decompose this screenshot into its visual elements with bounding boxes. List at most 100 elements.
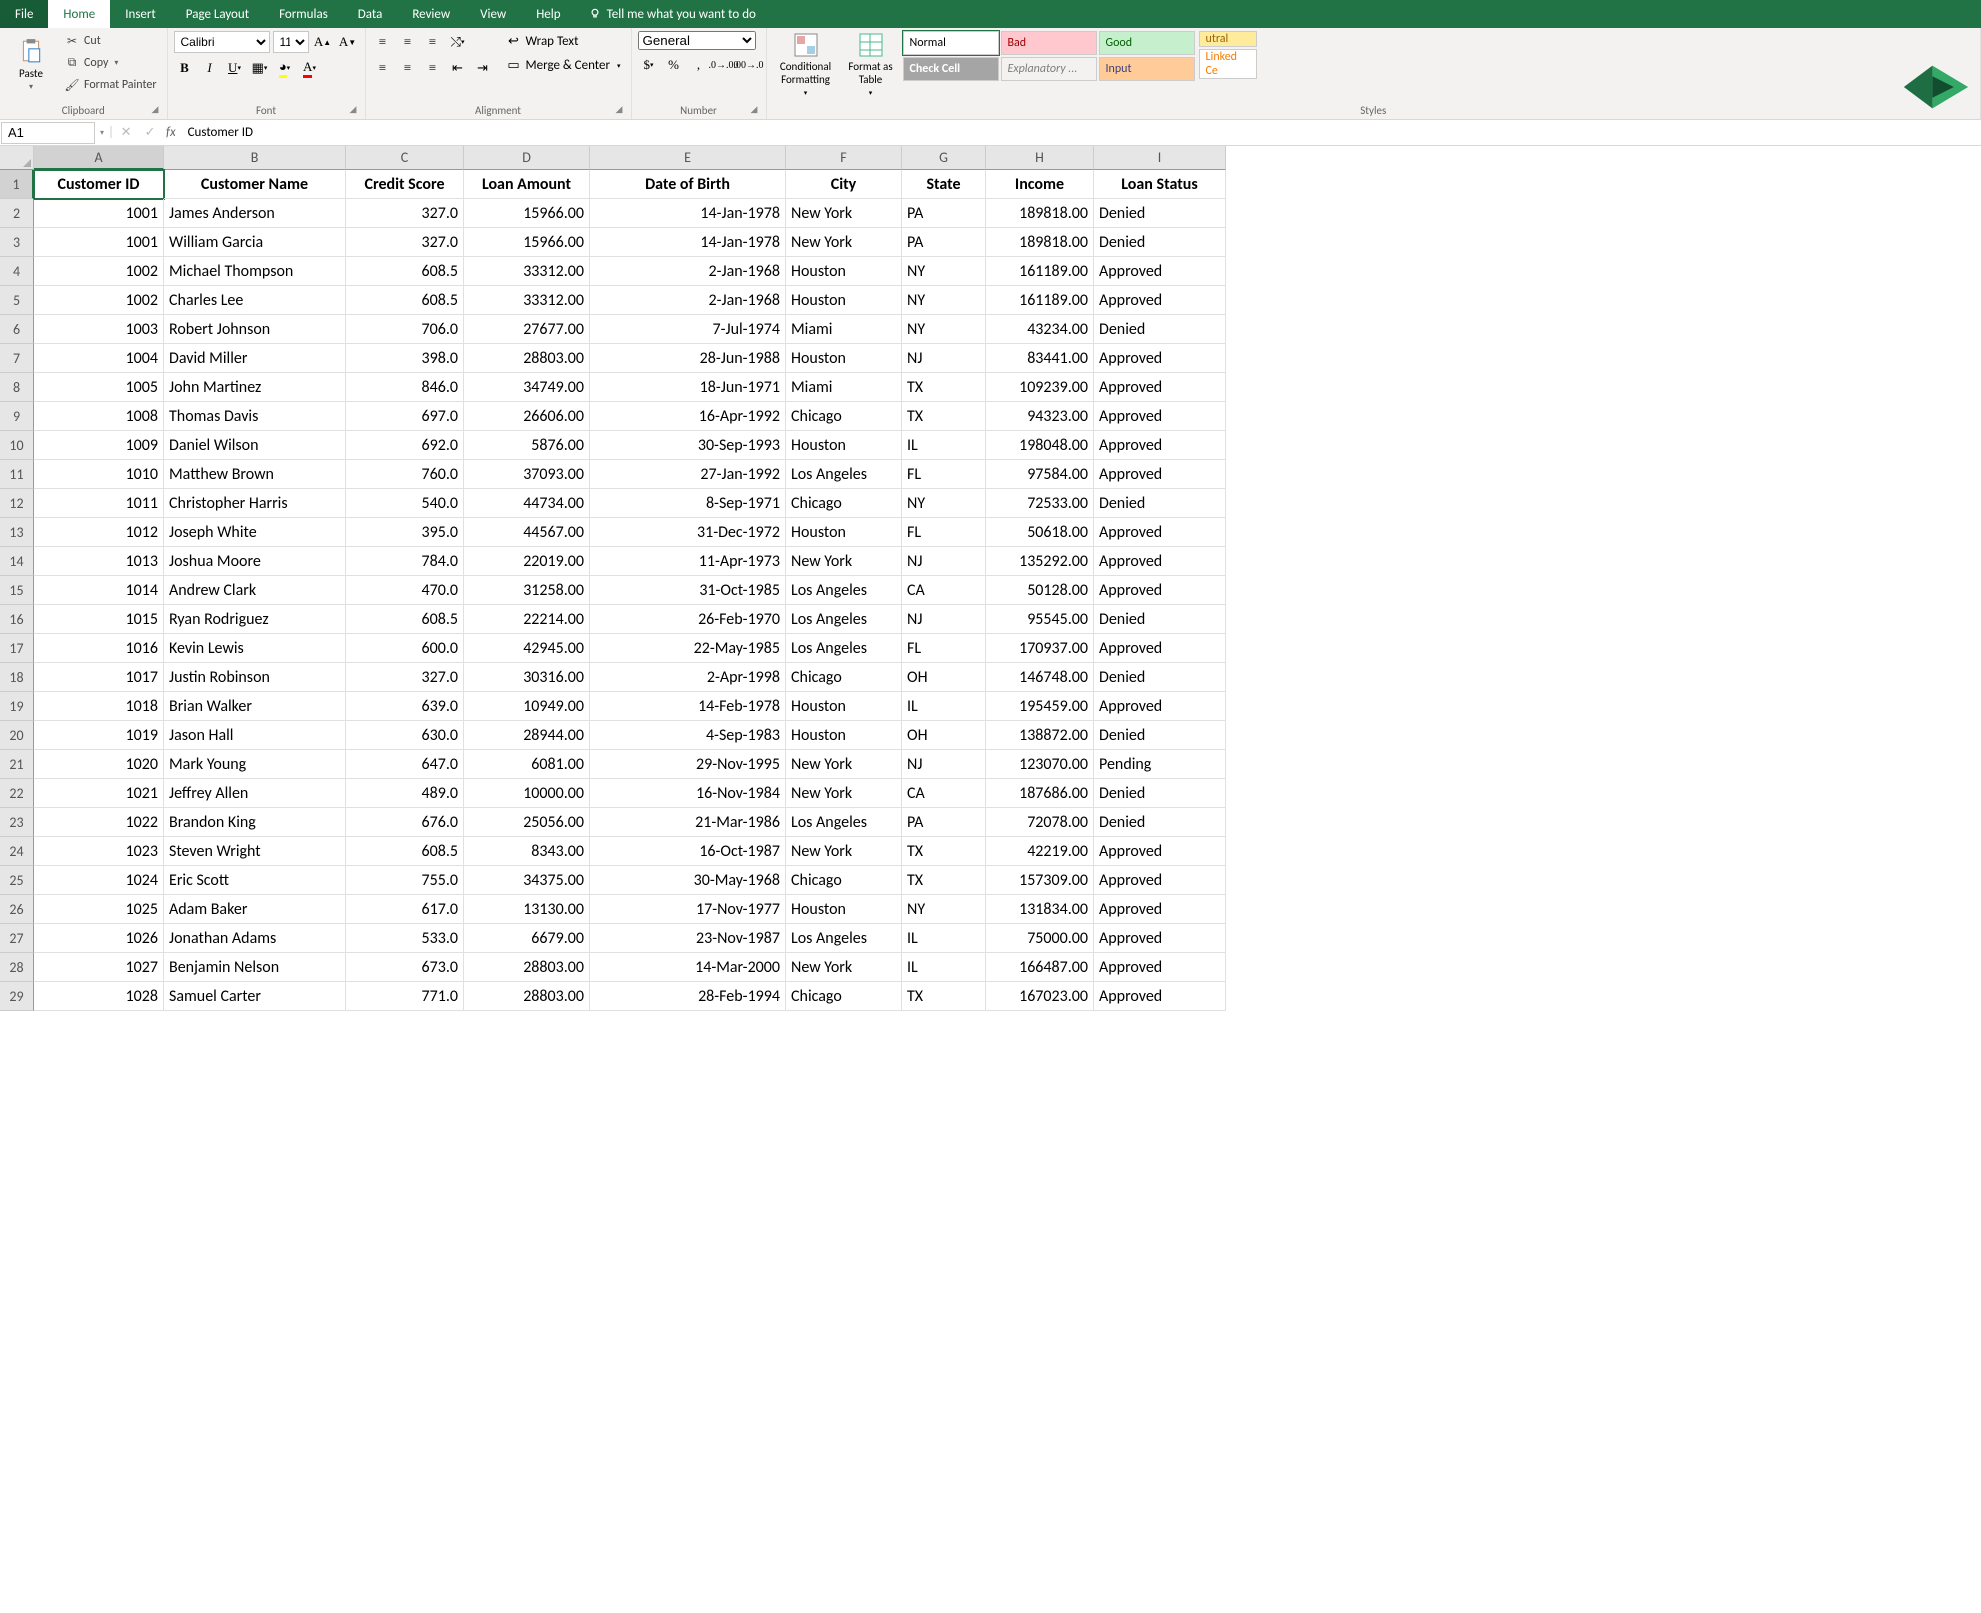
cell-D15[interactable]: 31258.00	[464, 576, 590, 605]
cell-B16[interactable]: Ryan Rodriguez	[164, 605, 346, 634]
cell-G29[interactable]: TX	[902, 982, 986, 1011]
cell-A27[interactable]: 1026	[34, 924, 164, 953]
cell-A10[interactable]: 1009	[34, 431, 164, 460]
cell-F2[interactable]: New York	[786, 199, 902, 228]
cell-D10[interactable]: 5876.00	[464, 431, 590, 460]
cell-F14[interactable]: New York	[786, 547, 902, 576]
cell-C10[interactable]: 692.0	[346, 431, 464, 460]
cell-D18[interactable]: 30316.00	[464, 663, 590, 692]
cell-I22[interactable]: Denied	[1094, 779, 1226, 808]
cell-A17[interactable]: 1016	[34, 634, 164, 663]
cell-G13[interactable]: FL	[902, 518, 986, 547]
cell-I17[interactable]: Approved	[1094, 634, 1226, 663]
cell-E10[interactable]: 30-Sep-1993	[590, 431, 786, 460]
name-box[interactable]	[2, 123, 94, 143]
cell-C13[interactable]: 395.0	[346, 518, 464, 547]
row-header-7[interactable]: 7	[0, 344, 34, 373]
cell-E17[interactable]: 22-May-1985	[590, 634, 786, 663]
cell-H10[interactable]: 198048.00	[986, 431, 1094, 460]
cell-G25[interactable]: TX	[902, 866, 986, 895]
row-header-21[interactable]: 21	[0, 750, 34, 779]
col-header-I[interactable]: I	[1094, 146, 1226, 170]
cell-H3[interactable]: 189818.00	[986, 228, 1094, 257]
cell-H5[interactable]: 161189.00	[986, 286, 1094, 315]
style-normal[interactable]: Normal	[903, 31, 999, 55]
cell-D17[interactable]: 42945.00	[464, 634, 590, 663]
cell-F19[interactable]: Houston	[786, 692, 902, 721]
cell-B21[interactable]: Mark Young	[164, 750, 346, 779]
cell-G7[interactable]: NJ	[902, 344, 986, 373]
cell-A6[interactable]: 1003	[34, 315, 164, 344]
cell-A12[interactable]: 1011	[34, 489, 164, 518]
cell-E7[interactable]: 28-Jun-1988	[590, 344, 786, 373]
cell-A29[interactable]: 1028	[34, 982, 164, 1011]
cell-G16[interactable]: NJ	[902, 605, 986, 634]
cell-D19[interactable]: 10949.00	[464, 692, 590, 721]
cell-D9[interactable]: 26606.00	[464, 402, 590, 431]
cell-G1[interactable]: State	[902, 170, 986, 199]
cell-E29[interactable]: 28-Feb-1994	[590, 982, 786, 1011]
style-check-cell[interactable]: Check Cell	[903, 57, 999, 81]
accounting-format-button[interactable]: $▾	[638, 54, 660, 76]
row-header-20[interactable]: 20	[0, 721, 34, 750]
cell-E8[interactable]: 18-Jun-1971	[590, 373, 786, 402]
row-header-3[interactable]: 3	[0, 228, 34, 257]
cell-D24[interactable]: 8343.00	[464, 837, 590, 866]
cell-C27[interactable]: 533.0	[346, 924, 464, 953]
comma-format-button[interactable]: ,	[688, 54, 710, 76]
cell-I7[interactable]: Approved	[1094, 344, 1226, 373]
row-header-22[interactable]: 22	[0, 779, 34, 808]
row-header-18[interactable]: 18	[0, 663, 34, 692]
cell-D27[interactable]: 6679.00	[464, 924, 590, 953]
cell-A13[interactable]: 1012	[34, 518, 164, 547]
format-painter-button[interactable]: 🖌Format Painter	[60, 75, 161, 95]
increase-decimal-button[interactable]: .0→.00	[713, 54, 735, 76]
cell-F22[interactable]: New York	[786, 779, 902, 808]
cell-B1[interactable]: Customer Name	[164, 170, 346, 199]
row-header-12[interactable]: 12	[0, 489, 34, 518]
cell-B27[interactable]: Jonathan Adams	[164, 924, 346, 953]
alignment-dialog-launcher[interactable]: ◢	[616, 104, 628, 116]
cell-I10[interactable]: Approved	[1094, 431, 1226, 460]
row-header-2[interactable]: 2	[0, 199, 34, 228]
cell-A4[interactable]: 1002	[34, 257, 164, 286]
cell-I20[interactable]: Denied	[1094, 721, 1226, 750]
cell-A21[interactable]: 1020	[34, 750, 164, 779]
cell-B25[interactable]: Eric Scott	[164, 866, 346, 895]
cell-A22[interactable]: 1021	[34, 779, 164, 808]
percent-format-button[interactable]: %	[663, 54, 685, 76]
cell-A9[interactable]: 1008	[34, 402, 164, 431]
cell-D29[interactable]: 28803.00	[464, 982, 590, 1011]
cell-F12[interactable]: Chicago	[786, 489, 902, 518]
tab-data[interactable]: Data	[343, 0, 398, 28]
cell-B4[interactable]: Michael Thompson	[164, 257, 346, 286]
cell-G22[interactable]: CA	[902, 779, 986, 808]
row-header-1[interactable]: 1	[0, 170, 34, 199]
style-bad[interactable]: Bad	[1001, 31, 1097, 55]
row-header-15[interactable]: 15	[0, 576, 34, 605]
cell-G10[interactable]: IL	[902, 431, 986, 460]
cell-B14[interactable]: Joshua Moore	[164, 547, 346, 576]
col-header-E[interactable]: E	[590, 146, 786, 170]
align-middle-button[interactable]: ≡	[397, 31, 419, 53]
cell-H9[interactable]: 94323.00	[986, 402, 1094, 431]
cell-B29[interactable]: Samuel Carter	[164, 982, 346, 1011]
cell-F6[interactable]: Miami	[786, 315, 902, 344]
cell-H12[interactable]: 72533.00	[986, 489, 1094, 518]
cell-C19[interactable]: 639.0	[346, 692, 464, 721]
cell-G20[interactable]: OH	[902, 721, 986, 750]
cell-E4[interactable]: 2-Jan-1968	[590, 257, 786, 286]
align-center-button[interactable]: ≡	[397, 57, 419, 79]
cell-F26[interactable]: Houston	[786, 895, 902, 924]
style-explanatory[interactable]: Explanatory ...	[1001, 57, 1097, 81]
cell-H2[interactable]: 189818.00	[986, 199, 1094, 228]
cell-F20[interactable]: Houston	[786, 721, 902, 750]
number-dialog-launcher[interactable]: ◢	[751, 104, 763, 116]
cell-H1[interactable]: Income	[986, 170, 1094, 199]
cell-G19[interactable]: IL	[902, 692, 986, 721]
cell-B12[interactable]: Christopher Harris	[164, 489, 346, 518]
cell-F28[interactable]: New York	[786, 953, 902, 982]
col-header-G[interactable]: G	[902, 146, 986, 170]
cell-H17[interactable]: 170937.00	[986, 634, 1094, 663]
cell-G4[interactable]: NY	[902, 257, 986, 286]
